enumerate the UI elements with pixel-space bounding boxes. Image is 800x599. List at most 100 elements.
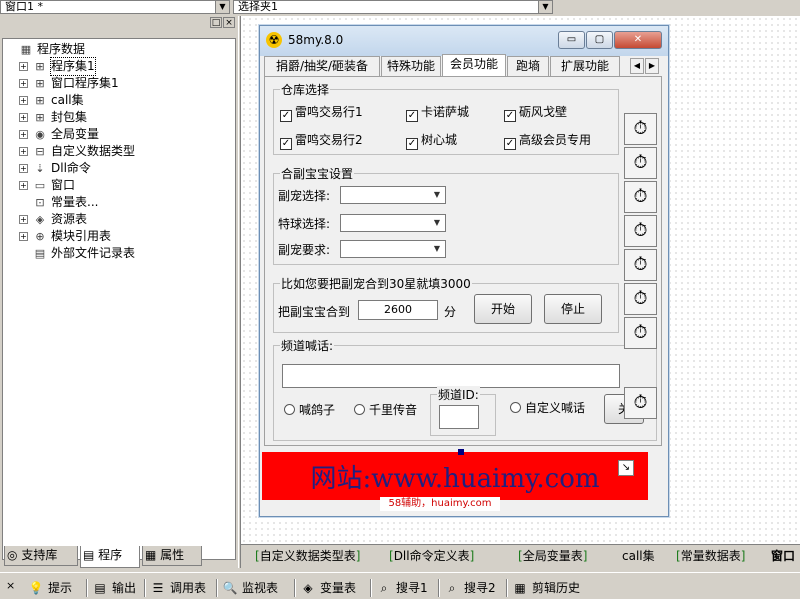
selection-handle[interactable] xyxy=(458,449,464,455)
pet-require-dropdown[interactable]: ▼ xyxy=(340,240,446,258)
tab-selector-combo[interactable]: 选择夹1 ▼ xyxy=(233,0,553,14)
module-icon: ⊞ xyxy=(35,60,45,73)
tab-scroll-left-icon[interactable]: ◀ xyxy=(630,58,644,74)
radio-custom-shout[interactable]: 自定义喊话 xyxy=(510,400,585,416)
radio-label: 喊鸽子 xyxy=(299,403,336,417)
tree-item[interactable]: + ⊞ call集 xyxy=(3,92,235,109)
file-tab-constant[interactable]: [常量数据表] xyxy=(676,547,745,565)
timer-icon[interactable]: ⏱ xyxy=(624,181,657,213)
tab-run[interactable]: 跑墒 xyxy=(507,56,549,76)
tree-item-label: 全局变量 xyxy=(51,127,100,141)
expand-icon[interactable]: + xyxy=(19,215,28,224)
timer-icon[interactable]: ⏱ xyxy=(624,113,657,145)
expand-icon[interactable]: + xyxy=(19,232,28,241)
tab-support-library[interactable]: ◎ 支持库 xyxy=(4,546,78,566)
radio-pigeon[interactable]: 喊鸽子 xyxy=(284,402,335,418)
expand-icon[interactable]: + xyxy=(19,181,28,190)
toolbar-button-search1[interactable]: ⌕ 搜寻1 xyxy=(376,579,428,597)
expand-icon[interactable]: + xyxy=(19,62,28,71)
project-tree[interactable]: ▦ 程序数据 + ⊞ 程序集1 + ⊞ 窗口程序集1 + ⊞ call集 + ⊞ 封包集 + ◉ 全局变量 + ⊟ 自… xyxy=(2,38,236,560)
toolbar-button-output[interactable]: ▤ 输出 xyxy=(92,579,136,597)
toolbar-button-clip-history[interactable]: ▦ 剪辑历史 xyxy=(512,579,580,597)
tree-item[interactable]: + ▭ 窗口 xyxy=(3,177,235,194)
tab-lottery[interactable]: 捐爵/抽奖/砸装备 xyxy=(264,56,380,76)
star-target-input[interactable]: 2600 xyxy=(358,300,438,320)
timer-icon[interactable]: ⏱ xyxy=(624,283,657,315)
toolbar-button-variables[interactable]: ◈ 变量表 xyxy=(300,579,356,597)
expand-icon[interactable]: + xyxy=(19,79,28,88)
start-button[interactable]: 开始 xyxy=(474,294,532,324)
expand-icon[interactable]: + xyxy=(19,130,28,139)
toolbar-button-watch[interactable]: 🔍 监视表 xyxy=(222,579,279,597)
expand-icon[interactable]: + xyxy=(19,113,28,122)
close-icon[interactable]: × xyxy=(6,579,15,592)
tab-scroll-right-icon[interactable]: ▶ xyxy=(645,58,659,74)
channel-id-label: 频道ID: xyxy=(437,386,480,403)
expand-icon[interactable]: + xyxy=(19,96,28,105)
tree-item[interactable]: + ◉ 全局变量 xyxy=(3,126,235,143)
restore-icon[interactable]: □ xyxy=(210,17,222,28)
close-button[interactable]: ✕ xyxy=(614,31,662,49)
tree-item[interactable]: + ⊟ 自定义数据类型 xyxy=(3,143,235,160)
timer-icon[interactable]: ⏱ xyxy=(624,317,657,349)
radio-telepathy[interactable]: 千里传音 xyxy=(354,402,417,418)
designed-form-window[interactable]: ☢ 58my.8.0 ▭ ▢ ✕ 捐爵/抽奖/砸装备 特殊功能 会员功能 跑墒 … xyxy=(259,25,669,517)
stop-button[interactable]: 停止 xyxy=(544,294,602,324)
file-tab-custom-type[interactable]: [自定义数据类型表] xyxy=(255,547,360,565)
toolbar-separator xyxy=(86,579,88,597)
chevron-down-icon[interactable]: ▼ xyxy=(215,1,229,13)
tab-properties[interactable]: ▦ 属性 xyxy=(142,546,202,566)
file-tab-dll[interactable]: [Dll命令定义表] xyxy=(389,547,474,565)
minimize-button[interactable]: ▭ xyxy=(558,31,585,49)
project-panel-titlebar: □ × xyxy=(0,16,238,30)
expand-icon[interactable]: + xyxy=(19,164,28,173)
file-tab-call[interactable]: call集 xyxy=(622,547,655,565)
star-target-label: 把副宝宝合到 xyxy=(278,305,351,319)
checkbox-warehouse-3[interactable]: ✓ 砺风戈壁 xyxy=(504,104,567,122)
tree-item-label: 模块引用表 xyxy=(51,229,112,243)
tree-item[interactable]: + ⊕ 模块引用表 xyxy=(3,228,235,245)
toolbar-separator xyxy=(506,579,508,597)
ball-select-dropdown[interactable]: ▼ xyxy=(340,214,446,232)
website-banner[interactable]: 网站:www.huaimy.com ↘ xyxy=(262,452,648,500)
pet-select-dropdown[interactable]: ▼ xyxy=(340,186,446,204)
shout-message-input[interactable] xyxy=(282,364,620,388)
expand-icon[interactable]: + xyxy=(19,147,28,156)
tree-item[interactable]: ▤ 外部文件记录表 xyxy=(3,245,235,262)
tree-item[interactable]: ▦ 程序数据 xyxy=(3,41,235,58)
chevron-down-icon[interactable]: ▼ xyxy=(538,1,552,13)
checkbox-warehouse-2[interactable]: ✓ 卡诺萨城 xyxy=(406,104,469,122)
tree-item[interactable]: ⊡ 常量表... xyxy=(3,194,235,211)
window-selector-combo[interactable]: 窗口1 * ▼ xyxy=(0,0,230,14)
maximize-button[interactable]: ▢ xyxy=(586,31,613,49)
window-icon: ▭ xyxy=(34,179,46,192)
tab-special[interactable]: 特殊功能 xyxy=(381,56,441,76)
file-tab-global-var[interactable]: [全局变量表] xyxy=(518,547,587,565)
timer-icon[interactable]: ⏱ xyxy=(624,147,657,179)
timer-icon[interactable]: ⏱ xyxy=(624,387,657,419)
tree-item[interactable]: + ⊞ 窗口程序集1 xyxy=(3,75,235,92)
tree-item[interactable]: + ⊞ 封包集 xyxy=(3,109,235,126)
channel-id-input[interactable] xyxy=(439,405,479,429)
resize-handle-icon[interactable]: ↘ xyxy=(618,460,634,476)
toolbar-button-hint[interactable]: 💡 提示 xyxy=(28,579,73,597)
tree-item[interactable]: + ⊞ 程序集1 xyxy=(3,57,235,76)
checkbox-warehouse-6[interactable]: ✓ 高级会员专用 xyxy=(504,132,591,150)
timer-icon[interactable]: ⏱ xyxy=(624,215,657,247)
file-tab-window[interactable]: 窗口 xyxy=(771,547,795,565)
tree-item[interactable]: + ⇣ Dll命令 xyxy=(3,160,235,177)
close-icon[interactable]: × xyxy=(223,17,235,28)
checkbox-warehouse-5[interactable]: ✓ 树心城 xyxy=(406,132,457,150)
toolbar-button-search2[interactable]: ⌕ 搜寻2 xyxy=(444,579,496,597)
timer-icon[interactable]: ⏱ xyxy=(624,249,657,281)
checkbox-warehouse-4[interactable]: ✓ 雷鸣交易行2 xyxy=(280,132,363,150)
checkbox-label: 雷鸣交易行1 xyxy=(295,105,363,119)
tab-extend[interactable]: 扩展功能 xyxy=(550,56,620,76)
tree-item[interactable]: + ◈ 资源表 xyxy=(3,211,235,228)
tab-program[interactable]: ▤ 程序 xyxy=(80,546,140,568)
checkbox-warehouse-1[interactable]: ✓ 雷鸣交易行1 xyxy=(280,104,363,122)
variables-icon: ◈ xyxy=(303,581,313,595)
toolbar-button-call-stack[interactable]: ☰ 调用表 xyxy=(150,579,206,597)
checkmark-icon: ✓ xyxy=(504,138,516,150)
tab-member[interactable]: 会员功能 xyxy=(442,54,506,76)
